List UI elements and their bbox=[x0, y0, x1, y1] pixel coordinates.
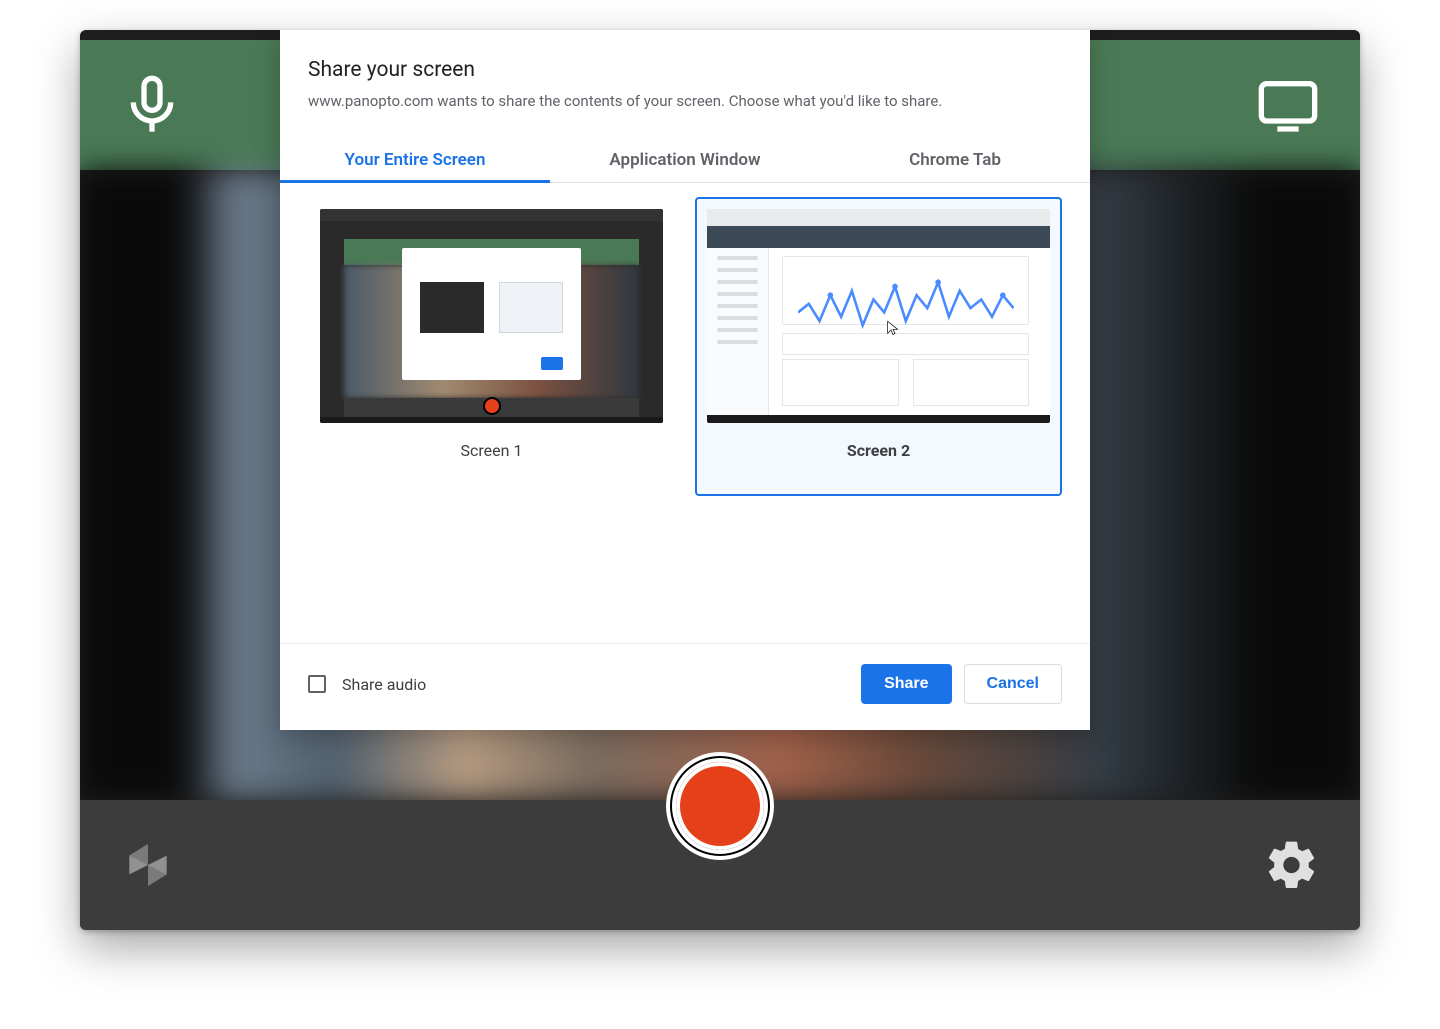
share-screen-dialog: Share your screen www.panopto.com wants … bbox=[280, 30, 1090, 730]
screen-options: Screen 1 bbox=[280, 183, 1090, 643]
record-button[interactable] bbox=[670, 756, 770, 856]
screen-2-label: Screen 2 bbox=[707, 441, 1050, 460]
screen-2-thumbnail bbox=[707, 209, 1050, 423]
screen-option-1[interactable]: Screen 1 bbox=[308, 197, 675, 472]
share-audio-label: Share audio bbox=[342, 675, 426, 694]
dialog-title: Share your screen bbox=[308, 58, 1062, 82]
tab-application-window[interactable]: Application Window bbox=[550, 136, 820, 182]
screen-option-2[interactable]: Screen 2 bbox=[695, 197, 1062, 496]
share-audio-checkbox[interactable]: Share audio bbox=[308, 675, 426, 694]
screen-1-thumbnail bbox=[320, 209, 663, 423]
tab-entire-screen[interactable]: Your Entire Screen bbox=[280, 136, 550, 182]
microphone-icon[interactable] bbox=[120, 73, 184, 137]
settings-gear-icon[interactable] bbox=[1264, 837, 1320, 893]
dialog-footer: Share audio Share Cancel bbox=[280, 643, 1090, 730]
dialog-header: Share your screen www.panopto.com wants … bbox=[280, 58, 1090, 122]
share-button[interactable]: Share bbox=[861, 664, 951, 704]
screen-share-icon[interactable] bbox=[1256, 73, 1320, 137]
share-tabs: Your Entire Screen Application Window Ch… bbox=[280, 136, 1090, 183]
screen-1-label: Screen 1 bbox=[320, 441, 663, 460]
panopto-logo-icon bbox=[120, 837, 176, 893]
tab-chrome-tab[interactable]: Chrome Tab bbox=[820, 136, 1090, 182]
cursor-icon bbox=[885, 320, 901, 336]
cancel-button[interactable]: Cancel bbox=[964, 664, 1062, 704]
dialog-description: www.panopto.com wants to share the conte… bbox=[308, 92, 1062, 110]
checkbox-icon[interactable] bbox=[308, 675, 326, 693]
dialog-actions: Share Cancel bbox=[861, 664, 1062, 704]
app-window: Share your screen www.panopto.com wants … bbox=[80, 30, 1360, 930]
